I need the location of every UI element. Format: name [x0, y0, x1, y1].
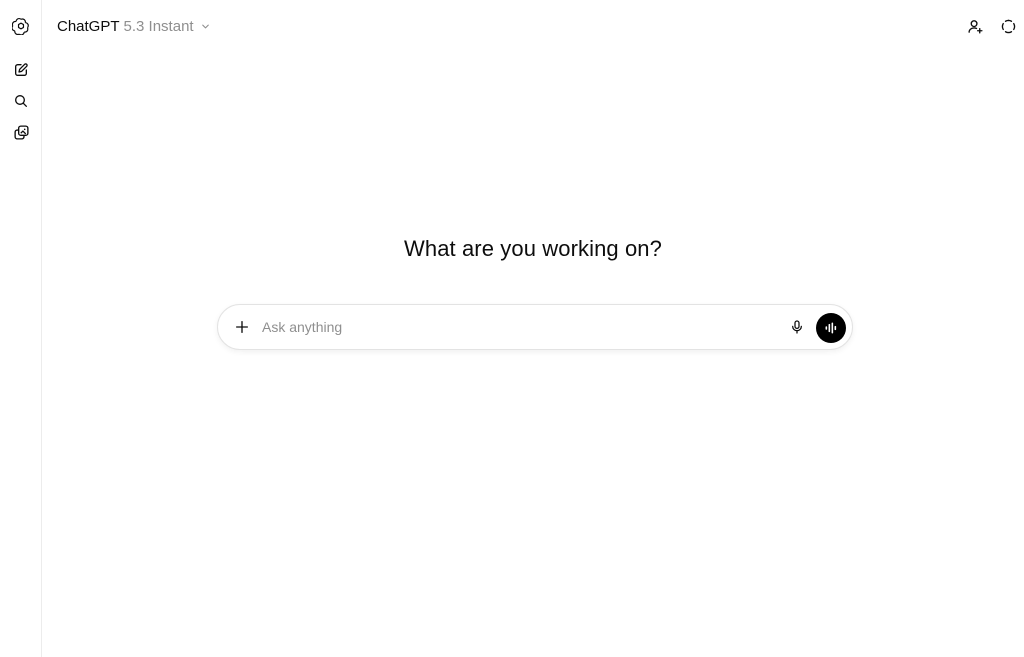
add-attachment-button[interactable]: [229, 314, 255, 340]
model-name: ChatGPT: [57, 17, 120, 35]
openai-logo-button[interactable]: [7, 12, 35, 40]
invite-people-button[interactable]: [962, 13, 988, 39]
images-button[interactable]: [7, 118, 35, 146]
chevron-down-icon: [200, 21, 211, 32]
add-people-icon: [967, 19, 983, 34]
prompt-input[interactable]: [262, 316, 762, 338]
search-icon: [15, 95, 27, 107]
search-chats-button[interactable]: [7, 87, 35, 115]
sidebar-rail: [0, 0, 42, 657]
greeting-heading: What are you working on?: [404, 236, 662, 261]
model-switcher[interactable]: ChatGPT 5.3 Instant: [51, 13, 217, 39]
images-icon: [13, 124, 29, 140]
openai-logo-icon: [12, 17, 29, 35]
prompt-composer: [217, 304, 853, 350]
new-chat-icon: [15, 63, 28, 76]
new-chat-button[interactable]: [7, 56, 35, 84]
plus-icon: [236, 321, 248, 333]
model-version: 5.3 Instant: [123, 17, 194, 35]
voice-waveform-icon: [825, 322, 837, 334]
temporary-chat-icon: [1001, 19, 1015, 33]
top-header: ChatGPT 5.3 Instant: [42, 0, 1024, 52]
voice-mode-button[interactable]: [816, 313, 846, 343]
temporary-chat-button[interactable]: [995, 13, 1021, 39]
microphone-icon: [792, 320, 802, 334]
dictate-button[interactable]: [784, 314, 810, 340]
chat-app: ChatGPT 5.3 Instant What are you working…: [0, 0, 1024, 657]
